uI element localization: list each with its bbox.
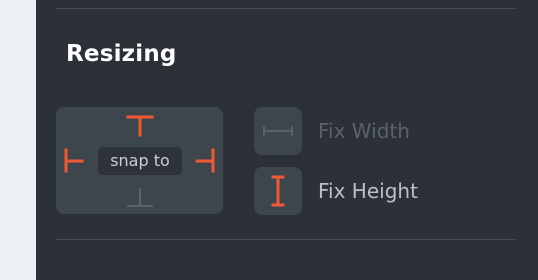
horizontal-resize-icon — [263, 126, 293, 136]
fix-width-button[interactable] — [254, 107, 302, 155]
snap-top-handle-icon[interactable] — [126, 115, 154, 137]
fix-width-label: Fix Width — [318, 119, 410, 143]
resizing-panel: Resizing snap to Fix Width Fix Height — [36, 0, 538, 280]
fix-height-label: Fix Height — [318, 179, 418, 203]
vertical-resize-icon — [271, 175, 285, 207]
section-title: Resizing — [66, 41, 177, 67]
snap-to-control: snap to — [56, 107, 223, 214]
snap-to-label: snap to — [98, 147, 182, 175]
divider-top — [56, 8, 516, 9]
left-gutter — [0, 0, 36, 280]
divider-bottom — [56, 239, 516, 240]
fix-height-button[interactable] — [254, 167, 302, 215]
snap-left-handle-icon[interactable] — [64, 148, 84, 173]
snap-right-handle-icon[interactable] — [195, 148, 215, 173]
snap-bottom-handle-icon[interactable] — [127, 188, 153, 207]
